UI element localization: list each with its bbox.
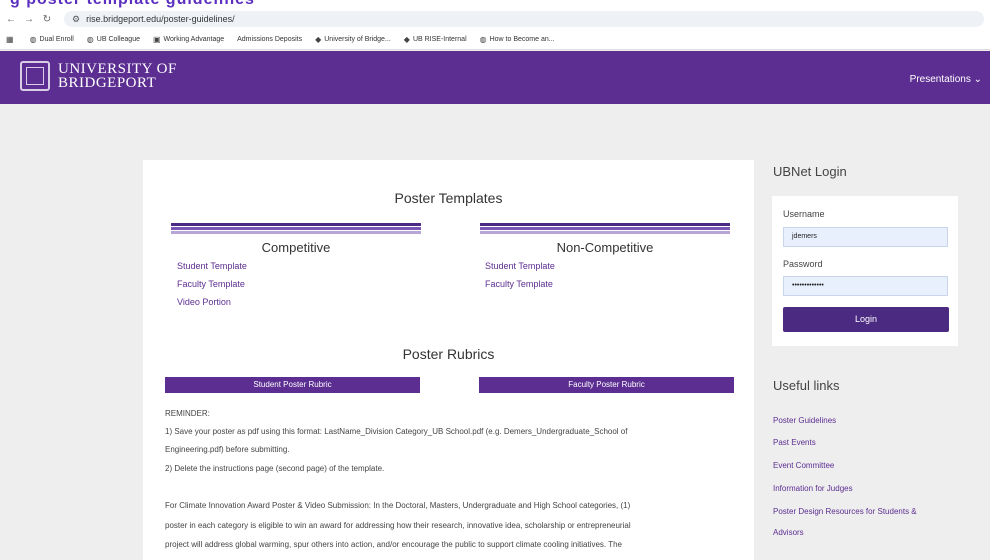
- forward-icon[interactable]: →: [22, 14, 36, 25]
- non-competitive-title: Non-Competitive: [556, 240, 654, 255]
- chevron-down-icon: ⌄: [973, 74, 982, 85]
- username-input[interactable]: jdemers: [783, 227, 948, 247]
- useful-links-heading: Useful links: [773, 378, 840, 393]
- apps-icon[interactable]: ▦: [6, 35, 17, 44]
- noncompetitive-student-template-link[interactable]: Student Template: [485, 261, 555, 271]
- ub-icon: ◆: [315, 35, 322, 44]
- bookmark-item[interactable]: ◆ University of Bridge...: [315, 35, 391, 44]
- site-header: UNIVERSITY OF BRIDGEPORT Presentations ⌄: [0, 51, 990, 104]
- competitive-student-template-link[interactable]: Student Template: [177, 261, 247, 271]
- globe-icon: ◍: [86, 35, 94, 44]
- competitive-band: [171, 223, 421, 237]
- templates-heading: Poster Templates: [394, 190, 503, 206]
- past-events-link[interactable]: Past Events: [773, 438, 816, 447]
- address-bar: ← → ↻ ⚙ rise.bridgeport.edu/poster-guide…: [0, 8, 990, 30]
- bookmark-item[interactable]: ◍ Dual Enroll: [30, 35, 74, 44]
- poster-design-resources-link[interactable]: Poster Design Resources for Students &: [773, 507, 917, 516]
- competitive-faculty-template-link[interactable]: Faculty Template: [177, 279, 245, 289]
- climate-text-2: poster in each category is eligible to w…: [165, 521, 631, 530]
- bookmarks-bar: ▦ ◍ Dual Enroll ◍ UB Colleague ▣ Working Ad…: [0, 30, 990, 50]
- rubrics-heading: Poster Rubrics: [402, 346, 495, 362]
- nav-presentations[interactable]: Presentations ⌄: [910, 74, 982, 85]
- bookmark-item[interactable]: Admissions Deposits: [237, 36, 302, 43]
- student-rubric-button[interactable]: Student Poster Rubric: [165, 377, 420, 393]
- seal-icon: [20, 61, 50, 91]
- bookmark-item[interactable]: ◆ UB RISE-Internal: [404, 35, 467, 44]
- globe-icon: ◍: [29, 35, 37, 44]
- back-icon[interactable]: ←: [4, 14, 18, 25]
- bookmark-item[interactable]: ▣ Working Advantage: [153, 35, 224, 44]
- browser-top-strip: g poster template guidelines: [0, 0, 990, 8]
- password-input[interactable]: •••••••••••••: [783, 276, 948, 296]
- information-for-judges-link[interactable]: Information for Judges: [773, 484, 853, 493]
- noncompetitive-faculty-template-link[interactable]: Faculty Template: [485, 279, 553, 289]
- main-content: Poster Templates Competitive Student Tem…: [143, 160, 754, 560]
- climate-text-3: project will address global warming, spu…: [165, 540, 622, 549]
- competitive-title: Competitive: [261, 240, 331, 255]
- reminder-label: REMINDER:: [165, 409, 210, 418]
- ub-icon: ◆: [403, 35, 410, 44]
- bookmark-item[interactable]: ◍ How to Become an...: [480, 35, 555, 44]
- poster-guidelines-link[interactable]: Poster Guidelines: [773, 416, 836, 425]
- password-label: Password: [783, 259, 823, 269]
- login-heading: UBNet Login: [773, 164, 847, 179]
- climate-text-1: For Climate Innovation Award Poster & Vi…: [165, 501, 631, 510]
- login-form: Username jdemers Password ••••••••••••• …: [772, 196, 958, 346]
- reminder-step-2: 2) Delete the instructions page (second …: [165, 464, 385, 473]
- wa-icon: ▣: [152, 35, 161, 44]
- reminder-step-1-cont: Engineering.pdf) before submitting.: [165, 445, 290, 454]
- poster-design-resources-link-cont[interactable]: Advisors: [773, 528, 804, 537]
- logo-line-1: UNIVERSITY OF: [58, 61, 177, 77]
- globe-icon: ◍: [479, 35, 487, 44]
- faculty-rubric-button[interactable]: Faculty Poster Rubric: [479, 377, 734, 393]
- reminder-step-1: 1) Save your poster as pdf using this fo…: [165, 427, 628, 436]
- event-committee-link[interactable]: Event Committee: [773, 461, 834, 470]
- logo-line-2: BRIDGEPORT: [58, 75, 157, 91]
- top-banner-text: g poster template guidelines: [10, 0, 255, 8]
- username-label: Username: [783, 209, 825, 219]
- reload-icon[interactable]: ↻: [40, 14, 54, 25]
- login-button[interactable]: Login: [783, 307, 949, 332]
- site-settings-icon[interactable]: ⚙: [72, 14, 80, 25]
- url-text: rise.bridgeport.edu/poster-guidelines/: [86, 14, 235, 24]
- non-competitive-band: [480, 223, 730, 237]
- url-field[interactable]: ⚙ rise.bridgeport.edu/poster-guidelines/: [64, 11, 984, 27]
- bookmark-item[interactable]: ◍ UB Colleague: [87, 35, 140, 44]
- video-portion-link[interactable]: Video Portion: [177, 297, 231, 307]
- university-logo[interactable]: UNIVERSITY OF BRIDGEPORT: [20, 61, 177, 91]
